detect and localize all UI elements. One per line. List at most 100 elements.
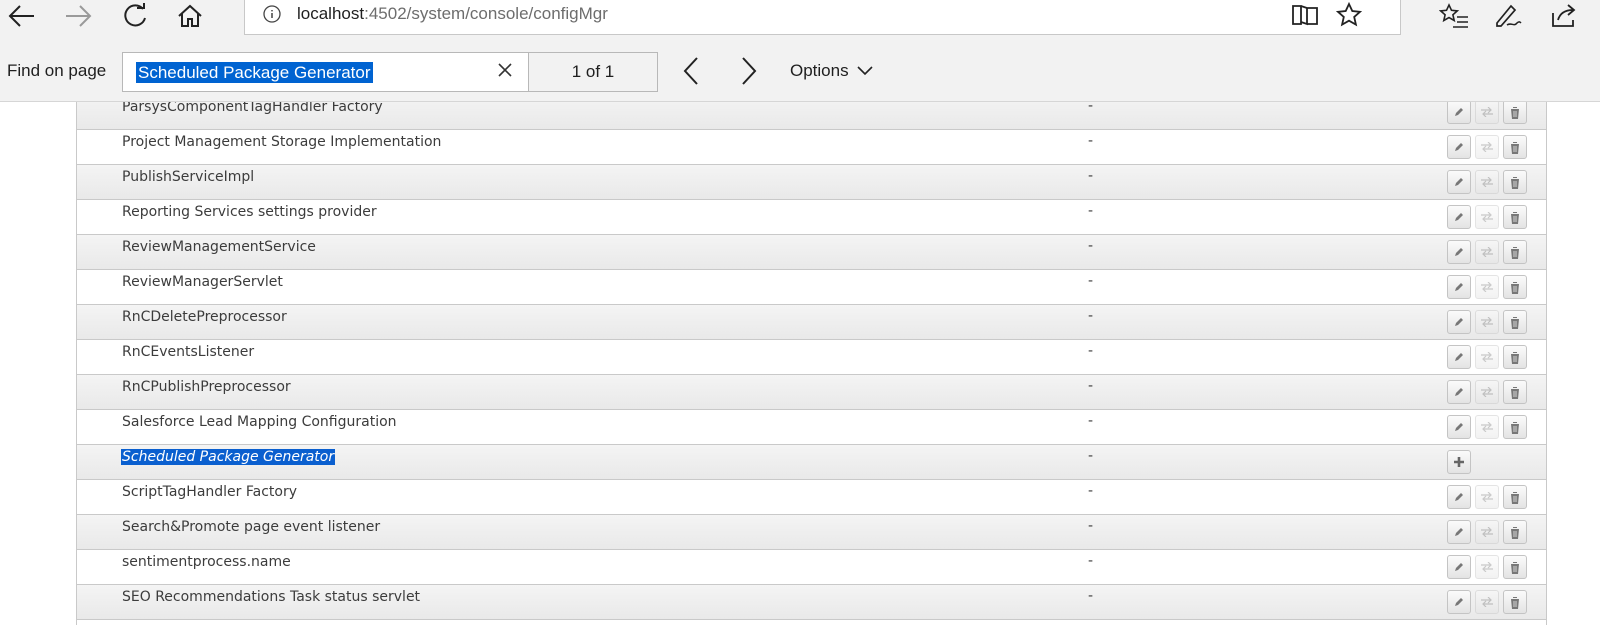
url-host: localhost bbox=[297, 4, 365, 23]
edit-pencil-icon[interactable] bbox=[1447, 205, 1471, 229]
config-name[interactable]: RnCPublishPreprocessor bbox=[122, 379, 291, 395]
config-name[interactable]: RnCDeletePreprocessor bbox=[122, 309, 287, 325]
bundle-name: - bbox=[1088, 168, 1094, 184]
bundle-name: - bbox=[1088, 203, 1094, 219]
match-count: 1 of 1 bbox=[528, 52, 658, 92]
unbind-arrows-icon bbox=[1475, 310, 1499, 334]
config-name[interactable]: SEO Recommendations Task status servlet bbox=[122, 589, 420, 605]
delete-trash-icon[interactable] bbox=[1503, 380, 1527, 404]
table-row[interactable]: PublishServiceImpl - bbox=[77, 165, 1546, 200]
share-icon[interactable] bbox=[1546, 0, 1582, 32]
row-actions bbox=[1447, 135, 1537, 161]
config-name[interactable]: RnCEventsListener bbox=[122, 344, 254, 360]
config-name[interactable]: sentimentprocess.name bbox=[122, 554, 291, 570]
unbind-arrows-icon bbox=[1475, 275, 1499, 299]
delete-trash-icon[interactable] bbox=[1503, 102, 1527, 124]
delete-trash-icon[interactable] bbox=[1503, 485, 1527, 509]
unbind-arrows-icon bbox=[1475, 240, 1499, 264]
delete-trash-icon[interactable] bbox=[1503, 415, 1527, 439]
table-row[interactable]: RnCEventsListener - bbox=[77, 340, 1546, 375]
table-row[interactable]: ReviewManagementService - bbox=[77, 235, 1546, 270]
row-actions bbox=[1447, 450, 1537, 476]
delete-trash-icon[interactable] bbox=[1503, 590, 1527, 614]
bundle-name: - bbox=[1088, 102, 1094, 114]
table-row[interactable]: ParsysComponentTagHandler Factory - bbox=[77, 102, 1546, 130]
edit-pencil-icon[interactable] bbox=[1447, 240, 1471, 264]
web-note-icon[interactable] bbox=[1490, 0, 1526, 32]
config-name[interactable]: ReviewManagementService bbox=[122, 239, 316, 255]
delete-trash-icon[interactable] bbox=[1503, 345, 1527, 369]
table-row[interactable]: Project Management Storage Implementatio… bbox=[77, 130, 1546, 165]
create-configuration-plus-icon[interactable] bbox=[1447, 450, 1471, 474]
table-row[interactable]: Scheduled Package Generator - bbox=[77, 445, 1546, 480]
favorites-list-icon[interactable] bbox=[1436, 0, 1472, 32]
bundle-name: - bbox=[1088, 483, 1094, 499]
edit-pencil-icon[interactable] bbox=[1447, 135, 1471, 159]
delete-trash-icon[interactable] bbox=[1503, 520, 1527, 544]
config-name[interactable]: Project Management Storage Implementatio… bbox=[122, 134, 441, 150]
row-actions bbox=[1447, 240, 1537, 266]
config-name[interactable]: ScriptTagHandler Factory bbox=[122, 484, 297, 500]
table-row[interactable]: Search&Promote page event listener - bbox=[77, 515, 1546, 550]
next-match-chevron-icon[interactable] bbox=[736, 56, 760, 86]
row-actions bbox=[1447, 520, 1537, 546]
config-name[interactable]: ReviewManagerServlet bbox=[122, 274, 283, 290]
edit-pencil-icon[interactable] bbox=[1447, 555, 1471, 579]
clear-icon[interactable] bbox=[497, 62, 513, 78]
find-on-page-bar: Find on page Scheduled Package Generator… bbox=[0, 38, 1600, 102]
reading-view-icon[interactable] bbox=[1289, 1, 1321, 29]
table-row[interactable]: SEO Recommendations Task status servlet - bbox=[77, 585, 1546, 620]
table-row[interactable]: RnCPublishPreprocessor - bbox=[77, 375, 1546, 410]
delete-trash-icon[interactable] bbox=[1503, 240, 1527, 264]
address-bar[interactable]: localhost:4502/system/console/configMgr bbox=[244, 0, 1401, 35]
delete-trash-icon[interactable] bbox=[1503, 310, 1527, 334]
edit-pencil-icon[interactable] bbox=[1447, 485, 1471, 509]
config-name[interactable]: PublishServiceImpl bbox=[122, 169, 254, 185]
table-row[interactable]: Reporting Services settings provider - bbox=[77, 200, 1546, 235]
config-name[interactable]: Scheduled Package Generator bbox=[121, 449, 336, 465]
edit-pencil-icon[interactable] bbox=[1447, 102, 1471, 124]
previous-match-chevron-icon[interactable] bbox=[680, 56, 704, 86]
edit-pencil-icon[interactable] bbox=[1447, 520, 1471, 544]
edit-pencil-icon[interactable] bbox=[1447, 380, 1471, 404]
find-query-text[interactable]: Scheduled Package Generator bbox=[136, 62, 373, 83]
edit-pencil-icon[interactable] bbox=[1447, 310, 1471, 334]
config-name[interactable]: Reporting Services settings provider bbox=[122, 204, 377, 220]
edit-pencil-icon[interactable] bbox=[1447, 415, 1471, 439]
config-name[interactable]: Search&Promote page event listener bbox=[122, 519, 380, 535]
table-row[interactable]: Salesforce Lead Mapping Configuration - bbox=[77, 410, 1546, 445]
bundle-name: - bbox=[1088, 238, 1094, 254]
favorite-star-icon[interactable] bbox=[1333, 1, 1365, 29]
unbind-arrows-icon bbox=[1475, 170, 1499, 194]
delete-trash-icon[interactable] bbox=[1503, 170, 1527, 194]
find-input[interactable]: Scheduled Package Generator bbox=[122, 52, 529, 92]
refresh-icon[interactable] bbox=[117, 0, 153, 32]
unbind-arrows-icon bbox=[1475, 485, 1499, 509]
table-row[interactable]: sentimentprocess.name - bbox=[77, 550, 1546, 585]
edit-pencil-icon[interactable] bbox=[1447, 345, 1471, 369]
row-actions bbox=[1447, 380, 1537, 406]
delete-trash-icon[interactable] bbox=[1503, 555, 1527, 579]
unbind-arrows-icon bbox=[1475, 415, 1499, 439]
find-options-button[interactable]: Options bbox=[790, 61, 873, 81]
config-name[interactable]: Salesforce Lead Mapping Configuration bbox=[122, 414, 397, 430]
site-info-icon[interactable] bbox=[263, 5, 281, 23]
edit-pencil-icon[interactable] bbox=[1447, 275, 1471, 299]
back-arrow-icon[interactable] bbox=[4, 0, 40, 32]
url-text[interactable]: localhost:4502/system/console/configMgr bbox=[297, 4, 608, 24]
home-icon[interactable] bbox=[172, 0, 208, 32]
table-row[interactable]: ReviewManagerServlet - bbox=[77, 270, 1546, 305]
forward-arrow-icon[interactable] bbox=[60, 0, 96, 32]
config-name[interactable]: ParsysComponentTagHandler Factory bbox=[122, 102, 383, 115]
bundle-name: - bbox=[1088, 133, 1094, 149]
delete-trash-icon[interactable] bbox=[1503, 275, 1527, 299]
edit-pencil-icon[interactable] bbox=[1447, 170, 1471, 194]
browser-toolbar: localhost:4502/system/console/configMgr bbox=[0, 0, 1600, 38]
table-row[interactable]: RnCDeletePreprocessor - bbox=[77, 305, 1546, 340]
unbind-arrows-icon bbox=[1475, 520, 1499, 544]
delete-trash-icon[interactable] bbox=[1503, 135, 1527, 159]
edit-pencil-icon[interactable] bbox=[1447, 590, 1471, 614]
find-options-label: Options bbox=[790, 61, 849, 80]
table-row[interactable]: ScriptTagHandler Factory - bbox=[77, 480, 1546, 515]
delete-trash-icon[interactable] bbox=[1503, 205, 1527, 229]
